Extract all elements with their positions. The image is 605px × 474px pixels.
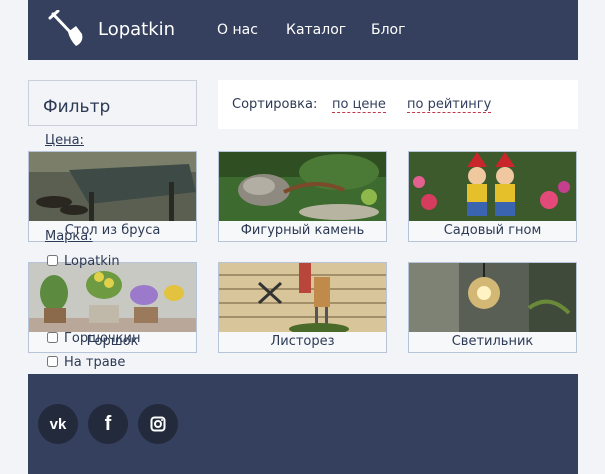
checkbox-lopatkin[interactable]: [47, 255, 58, 266]
product-image: [409, 263, 576, 332]
product-image: [219, 263, 386, 332]
product-image: [219, 152, 386, 221]
filter-brand-gorshochkin[interactable]: Горшочкин: [47, 331, 140, 346]
product-image: [409, 152, 576, 221]
checkbox-gorshochkin[interactable]: [47, 332, 58, 343]
checkbox-label: На траве: [64, 355, 126, 370]
sort-by-rating-link[interactable]: по рейтингу: [407, 97, 492, 113]
product-card[interactable]: Садовый гном: [408, 151, 577, 242]
nav-link-catalog[interactable]: Каталог: [286, 22, 346, 38]
site-header: Lopatkin О нас Каталог Блог: [28, 0, 578, 60]
product-title: Светильник: [451, 334, 534, 349]
nav-link-about[interactable]: О нас: [217, 22, 258, 38]
filter-brand-na-trave[interactable]: На траве: [47, 355, 125, 370]
filter-brand-link[interactable]: Марка:: [45, 229, 93, 244]
product-title: Садовый гном: [443, 223, 542, 238]
sort-by-price-link[interactable]: по цене: [332, 97, 386, 113]
checkbox-label: Lopatkin: [64, 254, 120, 269]
instagram-icon[interactable]: [138, 404, 178, 444]
product-title: Листорез: [270, 334, 335, 349]
nav-link-blog[interactable]: Блог: [371, 22, 405, 38]
product-card[interactable]: Светильник: [408, 262, 577, 353]
site-footer: vk f: [28, 374, 578, 474]
sort-label: Сортировка:: [232, 97, 318, 112]
instagram-glyph: [150, 416, 166, 432]
checkbox-na-trave[interactable]: [47, 356, 58, 367]
product-image: [29, 263, 196, 332]
checkbox-label: Горшочкин: [64, 331, 141, 346]
product-title: Фигурный камень: [240, 223, 365, 238]
facebook-glyph: f: [104, 412, 112, 435]
sort-bar: Сортировка: по цене по рейтингу: [218, 80, 578, 129]
site-logo-text[interactable]: Lopatkin: [98, 19, 175, 40]
vk-glyph: vk: [49, 415, 67, 433]
product-image: [29, 152, 196, 221]
filter-title: Фильтр: [43, 97, 111, 117]
product-card[interactable]: Листорез: [218, 262, 387, 353]
product-card[interactable]: Фигурный камень: [218, 151, 387, 242]
vk-icon[interactable]: vk: [38, 404, 78, 444]
filter-panel: Фильтр: [28, 80, 197, 126]
filter-price-link[interactable]: Цена:: [45, 133, 84, 148]
filter-brand-lopatkin[interactable]: Lopatkin: [47, 254, 120, 269]
shovel-logo-icon[interactable]: [48, 10, 88, 50]
facebook-icon[interactable]: f: [88, 404, 128, 444]
